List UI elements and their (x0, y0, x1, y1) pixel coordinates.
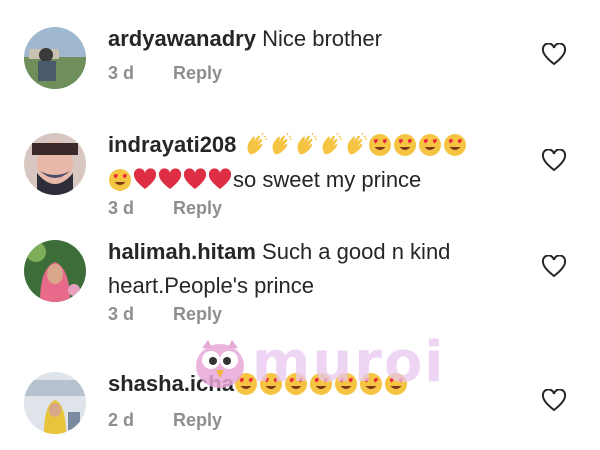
timestamp: 3 d (108, 63, 135, 83)
like-heart-icon[interactable] (541, 42, 567, 67)
clap-icon (272, 133, 292, 155)
timestamp: 3 d (108, 304, 135, 324)
avatar[interactable] (24, 133, 86, 195)
like-heart-icon[interactable] (541, 148, 567, 173)
heart-eyes-icon (359, 373, 382, 396)
heart-eyes-icon (393, 134, 416, 157)
reply-button[interactable]: Reply (173, 198, 222, 219)
heart-eyes-icon (418, 134, 441, 157)
heart-eyes-icon (234, 373, 257, 396)
timestamp: 2 d (108, 410, 135, 430)
reply-button[interactable]: Reply (173, 63, 222, 84)
comment-meta: 2 d Reply (108, 410, 222, 431)
comment-body-line2: heart.People's prince (108, 273, 314, 298)
comment-body: Such a good n kind (262, 239, 451, 264)
heart-eyes-icon (384, 373, 407, 396)
comment-text-line2: so sweet my prince (108, 163, 528, 198)
comment-meta: 3 d Reply (108, 63, 222, 84)
username[interactable]: halimah.hitam (108, 239, 256, 264)
like-heart-icon[interactable] (541, 254, 567, 279)
clap-icon (322, 133, 342, 155)
comment-meta: 3 d Reply (108, 198, 222, 219)
clap-icon (247, 133, 267, 155)
comment-text-line2: heart.People's prince (108, 269, 528, 303)
heart-eyes-icon (284, 373, 307, 396)
username[interactable]: indrayati208 (108, 132, 236, 157)
username[interactable]: shasha.icha (108, 371, 234, 396)
heart-eyes-icon (259, 373, 282, 396)
avatar[interactable] (24, 372, 86, 434)
heart-eyes-icon (334, 373, 357, 396)
heart-eyes-icon (109, 169, 131, 192)
emoji-row (234, 368, 409, 402)
comment-text: halimah.hitam Such a good n kind (108, 235, 528, 269)
emoji-row-2 (108, 164, 233, 198)
comment-meta: 3 d Reply (108, 304, 222, 325)
clap-icon (347, 133, 367, 155)
avatar[interactable] (24, 240, 86, 302)
heart-eyes-icon (368, 134, 391, 157)
comment-text: shasha.icha (108, 367, 528, 402)
red-heart-icon (183, 168, 207, 190)
username[interactable]: ardyawanadry (108, 26, 256, 51)
comment-text: indrayati208 (108, 128, 528, 163)
red-heart-icon (208, 168, 232, 190)
reply-button[interactable]: Reply (173, 410, 222, 431)
reply-button[interactable]: Reply (173, 304, 222, 325)
clap-icon (297, 133, 317, 155)
emoji-row-1 (243, 129, 468, 163)
red-heart-icon (158, 168, 182, 190)
timestamp: 3 d (108, 198, 135, 218)
red-heart-icon (133, 168, 157, 190)
like-heart-icon[interactable] (541, 388, 567, 413)
heart-eyes-icon (443, 134, 466, 157)
comment-body: Nice brother (262, 26, 382, 51)
comment-body: so sweet my prince (233, 167, 422, 193)
comment-text: ardyawanadry Nice brother (108, 22, 528, 56)
avatar[interactable] (24, 27, 86, 89)
heart-eyes-icon (309, 373, 332, 396)
